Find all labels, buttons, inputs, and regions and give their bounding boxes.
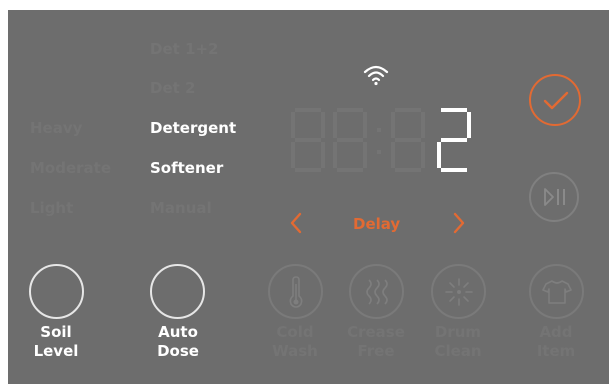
play-pause-button[interactable] bbox=[529, 172, 579, 222]
drum-clean-icon bbox=[445, 278, 473, 306]
detergent-option-det2[interactable]: Det 2 bbox=[150, 79, 195, 97]
active-digit bbox=[437, 108, 471, 172]
auto-dose-button[interactable] bbox=[150, 264, 205, 319]
inactive-digits bbox=[291, 108, 425, 172]
confirm-button[interactable] bbox=[529, 74, 581, 126]
control-panel: Heavy Moderate Light Det 1+2 Det 2 Deter… bbox=[8, 10, 609, 384]
crease-free-label: Crease Free bbox=[347, 323, 405, 360]
play-pause-icon bbox=[544, 188, 565, 206]
cold-wash-button[interactable] bbox=[268, 264, 323, 319]
cold-wash-label: Cold Wash bbox=[272, 323, 318, 360]
wifi-icon bbox=[363, 65, 389, 86]
detergent-option-det12[interactable]: Det 1+2 bbox=[150, 40, 218, 58]
soil-level-label: Soil Level bbox=[33, 323, 79, 360]
chevron-left-icon[interactable] bbox=[289, 212, 303, 234]
soil-level-button[interactable] bbox=[29, 264, 84, 319]
auto-dose-label: Auto Dose bbox=[157, 323, 199, 360]
drum-clean-label: Drum Clean bbox=[434, 323, 482, 360]
chevron-right-icon[interactable] bbox=[452, 212, 466, 234]
delay-label: Delay bbox=[353, 215, 401, 233]
drum-clean-button[interactable] bbox=[431, 264, 486, 319]
add-item-button[interactable] bbox=[529, 264, 584, 319]
soil-option-light[interactable]: Light bbox=[30, 199, 73, 217]
checkmark-icon bbox=[543, 91, 569, 110]
detergent-option-detergent[interactable]: Detergent bbox=[150, 119, 236, 137]
add-item-label: Add Item bbox=[536, 323, 576, 360]
shirt-icon bbox=[542, 280, 572, 304]
thermometer-icon bbox=[289, 276, 303, 308]
steam-icon bbox=[366, 279, 388, 305]
detergent-option-softener[interactable]: Softener bbox=[150, 159, 223, 177]
detergent-option-manual[interactable]: Manual bbox=[150, 199, 212, 217]
soil-option-moderate[interactable]: Moderate bbox=[30, 159, 111, 177]
time-display bbox=[291, 108, 471, 172]
crease-free-button[interactable] bbox=[349, 264, 404, 319]
soil-option-heavy[interactable]: Heavy bbox=[30, 119, 82, 137]
